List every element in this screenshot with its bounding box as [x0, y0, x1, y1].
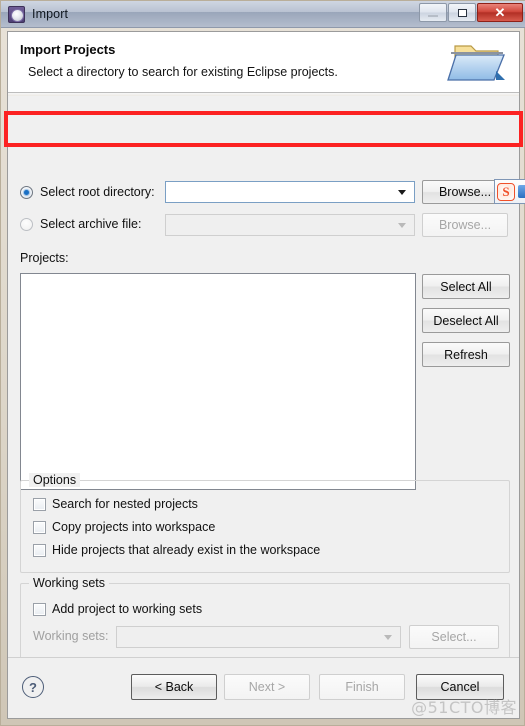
option-label-search-nested: Search for nested projects [52, 497, 198, 511]
close-button[interactable]: ✕ [477, 3, 523, 22]
working-sets-combo [116, 626, 401, 648]
watermark: @51CTO博客 [411, 698, 517, 717]
page-description: Select a directory to search for existin… [28, 65, 338, 79]
chevron-down-icon-working-sets [384, 634, 392, 640]
select-all-button[interactable]: Select All [422, 274, 510, 299]
option-hide-existing-projects[interactable]: Hide projects that already exist in the … [33, 543, 320, 557]
window-title: Import [32, 7, 69, 21]
working-sets-group: Working sets [20, 576, 510, 665]
option-copy-projects-into-workspace[interactable]: Copy projects into workspace [33, 520, 215, 534]
dialog-body: Import Projects Select a directory to se… [7, 31, 520, 719]
checkbox-hide-existing[interactable] [33, 543, 46, 557]
sogou-ime-toolbar[interactable]: S [494, 179, 525, 204]
browse-archive-file-button: Browse... [422, 213, 508, 237]
back-button[interactable]: < Back [131, 674, 217, 700]
next-button: Next > [224, 674, 310, 700]
help-icon[interactable]: ? [22, 676, 44, 698]
projects-list[interactable] [20, 273, 416, 490]
add-project-to-working-sets-row[interactable]: Add project to working sets [33, 602, 202, 616]
page-title: Import Projects [20, 42, 116, 57]
option-label-hide-existing: Hide projects that already exist in the … [52, 543, 321, 557]
open-folder-icon [447, 36, 509, 88]
keyboard-icon[interactable] [518, 185, 525, 198]
minimize-button[interactable] [419, 3, 447, 22]
select-root-directory-row[interactable]: Select root directory: [20, 180, 155, 204]
select-archive-file-label: Select archive file: [40, 217, 142, 231]
deselect-all-button[interactable]: Deselect All [422, 308, 510, 333]
projects-label: Projects: [20, 251, 69, 265]
window-controls: ✕ [418, 3, 523, 22]
root-directory-combo[interactable] [165, 181, 415, 203]
checkbox-search-nested-projects[interactable] [33, 497, 46, 511]
banner-separator [8, 93, 519, 96]
working-sets-field-label: Working sets: [33, 629, 109, 643]
working-sets-group-title: Working sets [29, 576, 110, 590]
refresh-button[interactable]: Refresh [422, 342, 510, 367]
chevron-down-icon [398, 189, 406, 195]
finish-button: Finish [319, 674, 405, 700]
select-root-directory-label: Select root directory: [40, 185, 155, 199]
import-gear-icon [8, 5, 25, 23]
import-dialog-window: Import ✕ Import Projects Select a direct… [0, 0, 525, 726]
radio-select-archive-file[interactable] [20, 217, 33, 231]
wizard-banner: Import Projects Select a directory to se… [8, 32, 519, 93]
option-search-nested-projects[interactable]: Search for nested projects [33, 497, 198, 511]
select-archive-file-row[interactable]: Select archive file: [20, 212, 141, 236]
select-working-sets-button: Select... [409, 625, 499, 649]
maximize-restore-button[interactable] [448, 3, 476, 22]
option-label-copy-projects: Copy projects into workspace [52, 520, 216, 534]
chevron-down-icon-archive [398, 222, 406, 228]
title-bar: Import ✕ [1, 1, 525, 28]
archive-file-combo [165, 214, 415, 236]
options-group-title: Options [29, 473, 81, 487]
checkbox-copy-projects[interactable] [33, 520, 46, 534]
checkbox-add-to-working-sets[interactable] [33, 602, 46, 616]
radio-select-root-directory[interactable] [20, 185, 33, 199]
sogou-logo-icon: S [497, 182, 515, 201]
add-to-working-sets-label: Add project to working sets [52, 602, 203, 616]
